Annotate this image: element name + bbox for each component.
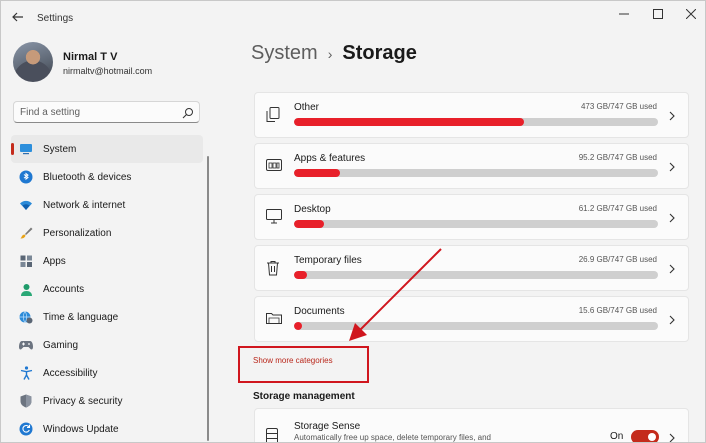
- sidebar-item-accounts[interactable]: Accounts: [11, 275, 203, 303]
- toggle-state-label: On: [610, 431, 624, 442]
- sidebar-item-gaming[interactable]: Gaming: [11, 331, 203, 359]
- sidebar-item-label: Time & language: [43, 312, 119, 323]
- storage-card-apps-features[interactable]: Apps & features 95.2 GB/747 GB used: [254, 143, 689, 189]
- sidebar-item-label: Gaming: [43, 340, 79, 351]
- storage-card-name: Desktop: [294, 204, 331, 215]
- sidebar-scrollbar[interactable]: [207, 156, 209, 441]
- sidebar-item-apps[interactable]: Apps: [11, 247, 203, 275]
- search-icon[interactable]: [182, 106, 194, 119]
- desktop-icon: [266, 209, 282, 225]
- shield-icon: [19, 394, 33, 408]
- sidebar-item-time-language[interactable]: Time & language: [11, 303, 203, 331]
- storage-sense-title: Storage Sense: [294, 421, 361, 432]
- apps-window-icon: [266, 158, 282, 174]
- chevron-right-icon: [668, 211, 676, 223]
- storage-card-used: 473 GB/747 GB used: [580, 102, 657, 111]
- storage-card-used: 61.2 GB/747 GB used: [578, 204, 657, 213]
- storage-usage-fill: [294, 271, 308, 279]
- sidebar-nav: System Bluetooth & devices Network & int…: [11, 135, 203, 442]
- storage-usage-fill: [294, 118, 525, 126]
- globe-clock-icon: [19, 310, 33, 324]
- breadcrumb: System › Storage: [251, 42, 417, 65]
- apps-grid-icon: [19, 254, 33, 268]
- monitor-icon: [19, 142, 33, 156]
- chevron-right-icon: [668, 109, 676, 121]
- bluetooth-icon: [19, 170, 33, 184]
- sidebar-item-privacy-security[interactable]: Privacy & security: [11, 387, 203, 415]
- chevron-right-icon: [668, 431, 676, 442]
- close-icon[interactable]: [680, 6, 702, 22]
- file-stack-icon: [266, 107, 282, 123]
- sidebar-item-label: Privacy & security: [43, 396, 123, 407]
- storage-usage-bar: [294, 169, 658, 177]
- show-more-categories-link[interactable]: Show more categories: [253, 356, 333, 365]
- sidebar-item-label: System: [43, 144, 77, 155]
- sidebar-item-label: Bluetooth & devices: [43, 172, 132, 183]
- page-title: Storage: [342, 42, 417, 64]
- storage-card-name: Apps & features: [294, 153, 366, 164]
- sidebar-item-label: Windows Update: [43, 424, 119, 435]
- storage-card-name: Other: [294, 102, 320, 113]
- folder-icon: [266, 311, 282, 327]
- storage-usage-fill: [294, 169, 341, 177]
- sidebar-item-accessibility[interactable]: Accessibility: [11, 359, 203, 387]
- app-title: Settings: [37, 13, 74, 24]
- sidebar-item-label: Network & internet: [43, 200, 126, 211]
- search-input[interactable]: [20, 105, 170, 120]
- update-icon: [19, 422, 33, 436]
- sidebar-item-windows-update[interactable]: Windows Update: [11, 415, 203, 442]
- sidebar-item-label: Apps: [43, 256, 66, 267]
- sidebar-item-label: Personalization: [43, 228, 112, 239]
- storage-card-temporary-files[interactable]: Temporary files 26.9 GB/747 GB used: [254, 245, 689, 291]
- settings-window: Settings Nirmal T V nirmaltv@hotmail.com…: [0, 0, 706, 443]
- title-bar: Settings: [1, 1, 705, 35]
- wifi-icon: [19, 198, 33, 212]
- maximize-icon[interactable]: [647, 6, 669, 22]
- annotation-arrow: [349, 248, 442, 341]
- sidebar-item-bluetooth[interactable]: Bluetooth & devices: [11, 163, 203, 191]
- storage-card-used: 95.2 GB/747 GB used: [578, 153, 657, 162]
- storage-card-used: 26.9 GB/747 GB used: [578, 255, 657, 264]
- minimize-icon[interactable]: [613, 6, 635, 22]
- storage-card-other[interactable]: Other 473 GB/747 GB used: [254, 92, 689, 138]
- accessibility-icon: [19, 366, 33, 380]
- user-email: nirmaltv@hotmail.com: [63, 66, 153, 76]
- storage-usage-fill: [294, 220, 324, 228]
- storage-sense-card[interactable]: Storage Sense Automatically free up spac…: [254, 408, 689, 442]
- storage-card-used: 15.6 GB/747 GB used: [578, 306, 657, 315]
- breadcrumb-separator: ›: [327, 45, 333, 62]
- storage-usage-fill: [294, 322, 302, 330]
- storage-usage-bar: [294, 118, 658, 126]
- search-box: [13, 101, 200, 123]
- storage-card-desktop[interactable]: Desktop 61.2 GB/747 GB used: [254, 194, 689, 240]
- user-name: Nirmal T V: [63, 51, 118, 63]
- storage-card-name: Documents: [294, 306, 345, 317]
- sidebar-item-label: Accessibility: [43, 368, 98, 379]
- sidebar-item-personalization[interactable]: Personalization: [11, 219, 203, 247]
- chevron-right-icon: [668, 313, 676, 325]
- chevron-right-icon: [668, 262, 676, 274]
- gamepad-icon: [19, 338, 33, 352]
- sidebar-item-label: Accounts: [43, 284, 85, 295]
- section-heading: Storage management: [253, 391, 355, 402]
- drive-icon: [266, 428, 280, 442]
- person-icon: [19, 282, 33, 296]
- storage-sense-toggle[interactable]: [631, 430, 659, 442]
- trash-icon: [266, 260, 282, 276]
- storage-card-documents[interactable]: Documents 15.6 GB/747 GB used: [254, 296, 689, 342]
- brush-icon: [19, 226, 33, 240]
- sidebar-item-system[interactable]: System: [11, 135, 203, 163]
- back-arrow-icon[interactable]: [11, 10, 27, 26]
- avatar[interactable]: [13, 42, 53, 82]
- sidebar-item-network[interactable]: Network & internet: [11, 191, 203, 219]
- breadcrumb-parent[interactable]: System: [251, 42, 318, 65]
- storage-sense-description: Automatically free up space, delete temp…: [294, 433, 491, 442]
- storage-usage-bar: [294, 220, 658, 228]
- chevron-right-icon: [668, 160, 676, 172]
- toggle-knob: [648, 433, 656, 441]
